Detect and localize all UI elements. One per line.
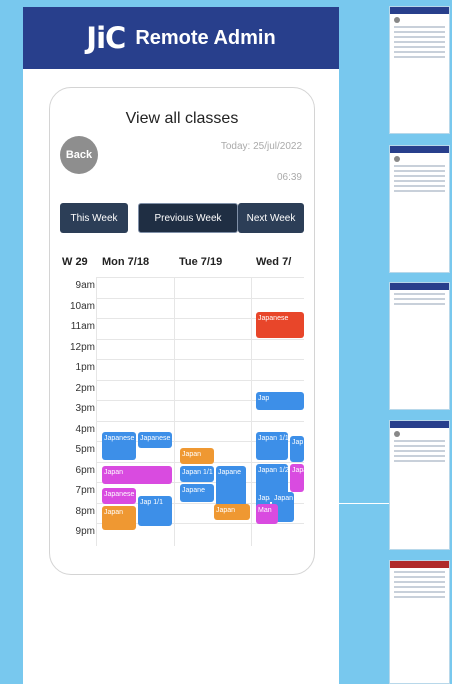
class-event[interactable]: Jap 1/1: [138, 496, 172, 526]
hour-label: 9pm: [75, 526, 95, 537]
app-header: JiC Remote Admin: [23, 7, 339, 69]
class-event[interactable]: Japan 1/1: [290, 464, 304, 492]
class-event[interactable]: Japan 1/1: [256, 432, 288, 460]
connector-line: [339, 503, 389, 504]
hour-gridline: [96, 338, 304, 340]
page-title: View all classes: [125, 110, 239, 127]
thumbnail-screen[interactable]: [389, 145, 450, 273]
week-calendar: W 29 Mon 7/18 Tue 7/19 Wed 7/ 9am 10am 11a…: [62, 256, 304, 546]
class-event[interactable]: Japan: [180, 448, 214, 464]
app-title: Remote Admin: [135, 26, 276, 49]
hour-label: 10am: [69, 300, 95, 312]
day-header-mon: Mon 7/18: [102, 256, 150, 268]
hour-label: 2pm: [75, 382, 95, 394]
class-event[interactable]: Japane: [180, 484, 214, 502]
hour-label: 7pm: [75, 485, 95, 496]
hour-gridline: [96, 359, 304, 360]
hour-gridline: [96, 297, 304, 299]
hour-label: 3pm: [75, 403, 95, 414]
thumbnail-screen[interactable]: [389, 6, 450, 134]
class-event[interactable]: Japan: [214, 504, 250, 520]
class-event[interactable]: Jap: [290, 436, 304, 462]
class-event[interactable]: Japanese 1/1: [102, 432, 136, 460]
jic-logo: JiC: [86, 21, 126, 55]
hour-gridline: [96, 420, 304, 422]
week-number: W 29: [62, 256, 88, 268]
this-week-button[interactable]: This Week: [60, 203, 128, 233]
hour-label: 9am: [75, 280, 95, 291]
classes-card: View all classes Back Today: 25/jul/2022…: [49, 87, 315, 575]
back-button[interactable]: Back: [60, 136, 98, 174]
class-event[interactable]: Japanese: [138, 432, 172, 448]
class-event[interactable]: Japan 1/1: [180, 466, 214, 482]
hour-label: 4pm: [75, 423, 95, 435]
hour-label: 12pm: [69, 341, 95, 353]
hour-label: 1pm: [75, 362, 95, 373]
class-event[interactable]: Japan: [102, 466, 172, 484]
thumbnail-screen[interactable]: [389, 282, 450, 410]
previous-week-button[interactable]: Previous Week: [138, 203, 238, 233]
current-time: 06:39: [276, 172, 302, 183]
next-week-button[interactable]: Next Week: [238, 203, 304, 233]
screen-thumbnails: [389, 0, 452, 684]
thumbnail-screen[interactable]: [389, 560, 450, 684]
class-event[interactable]: Man: [256, 504, 278, 524]
hour-label: 5pm: [75, 444, 95, 455]
hour-label: 8pm: [75, 505, 95, 517]
hour-gridline: [96, 277, 304, 278]
class-event[interactable]: Jap: [256, 392, 304, 410]
class-event[interactable]: Japane: [216, 466, 246, 506]
hour-label: 6pm: [75, 464, 95, 476]
hour-gridline: [96, 379, 304, 381]
phone-screen: JiC Remote Admin View all classes Back T…: [23, 7, 339, 684]
day-header-tue: Tue 7/19: [179, 256, 223, 268]
day-header-wed: Wed 7/: [256, 256, 292, 268]
class-event[interactable]: Japan: [102, 506, 136, 530]
class-event[interactable]: Japanese 1/: [102, 488, 136, 504]
class-event[interactable]: Japanese: [256, 312, 304, 338]
hour-label: 11am: [70, 321, 95, 332]
thumbnail-screen[interactable]: [389, 420, 450, 550]
today-date: Today: 25/jul/2022: [220, 141, 302, 152]
